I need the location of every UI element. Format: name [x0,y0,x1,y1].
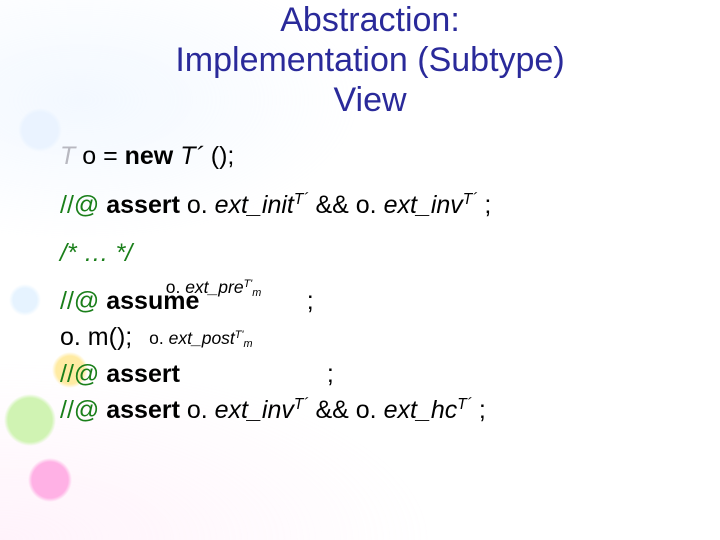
ext-pre: ext_pre [185,277,243,297]
code-line-assert-init: //@ assert o. ext_initT´ && o. ext_invT´… [60,187,680,223]
slide-body: T o = new T´ (); //@ assert o. ext_initT… [60,138,680,428]
title-line-3: View [333,81,406,119]
assert-keyword-2: assert [106,360,180,388]
sup-type-prime-4: T' [235,329,244,341]
sub-m-2: m [244,338,253,350]
title-line-2: Implementation (Subtype) [175,41,564,79]
ext-post: ext_post [169,328,235,348]
method-call: o. m(); [60,323,132,351]
ellipsis-comment: /* … */ [60,239,132,267]
type-var: T [60,142,75,170]
ext-hc: ext_hc [384,396,458,424]
slide: Abstraction: Implementation (Subtype) Vi… [0,0,720,460]
ext-inv: ext_inv [384,191,463,219]
semi-2: ; [300,287,314,315]
code-line-assume: //@ assume o. ext_preT'm ; [60,283,680,319]
comment-prefix-2: //@ [60,287,99,315]
semi-3: ; [320,360,334,388]
decl-suffix: (); [211,142,235,170]
type-prime: T´ [180,142,204,170]
sub-m: m [252,287,261,299]
comment-prefix: //@ [60,191,99,219]
ext-inv-2: ext_inv [215,396,294,424]
and-op: && [309,191,356,219]
code-line-ellipsis: /* … */ [60,235,680,271]
comment-prefix-3: //@ [60,360,99,388]
o-dot-2: o. [180,396,215,424]
code-line-declaration: T o = new T´ (); [60,138,680,174]
sup-type-prime-2: T´ [463,191,478,208]
sup-type-prime: T´ [294,191,309,208]
semi: ; [477,191,491,219]
assert-keyword: assert [106,191,180,219]
title-line-1: Abstraction: [280,1,460,39]
sup-type-prime-5: T´ [294,396,309,413]
assert-keyword-3: assert [106,396,180,424]
ext-init: ext_init [215,191,294,219]
sup-type-prime-3: T' [244,278,253,290]
code-line-assert-post: //@ assert ; [60,356,680,392]
slide-title: Abstraction: Implementation (Subtype) Vi… [60,0,680,120]
semi-4: ; [472,396,486,424]
code-line-assert-inv: //@ assert o. ext_invT´ && o. ext_hcT´ ; [60,392,680,428]
comment-prefix-4: //@ [60,396,99,424]
decl-prefix: o = [75,142,124,170]
o-dot: o. [180,191,215,219]
sup-type-prime-6: T´ [457,396,472,413]
code-line-call: o. m(); o. ext_postT'm [60,319,680,355]
new-keyword: new [125,142,174,170]
and-op-2: && [309,396,356,424]
